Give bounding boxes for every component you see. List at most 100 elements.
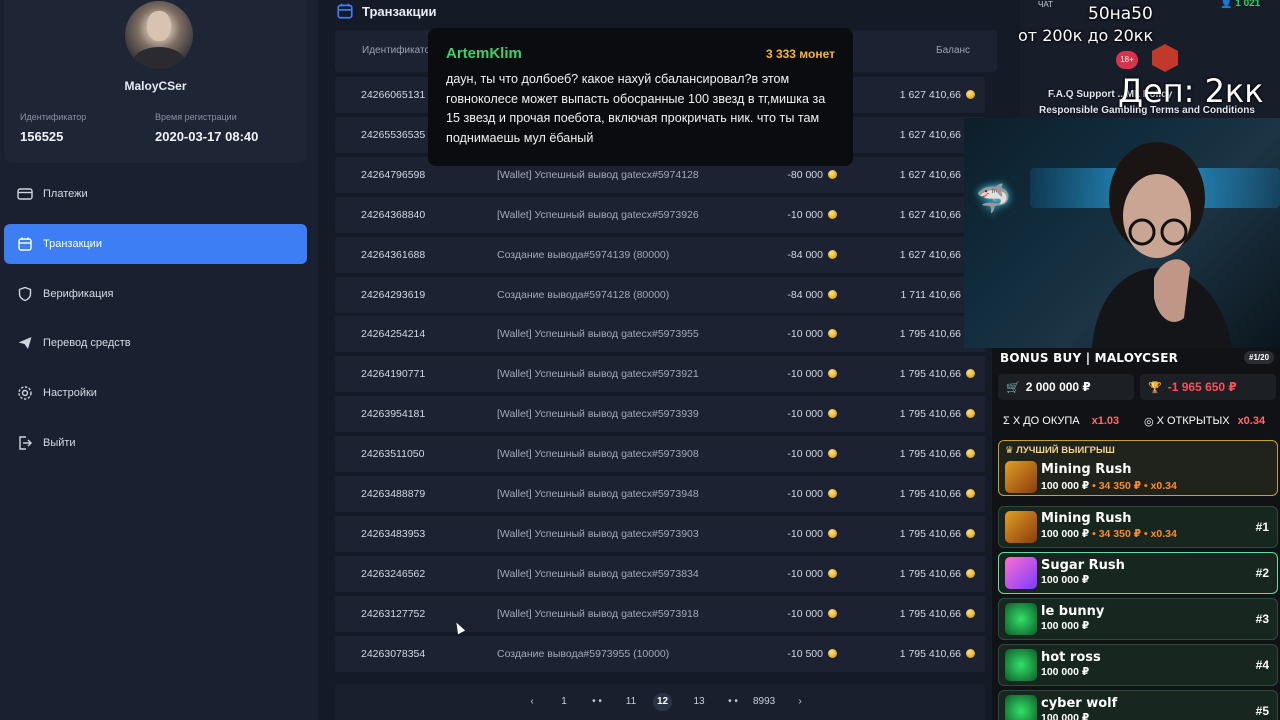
page-button[interactable]: 13 — [690, 693, 708, 711]
coin-icon — [966, 369, 975, 379]
breakeven-stat: Σ X ДО ОКУПА x1.03 — [1003, 408, 1119, 434]
coin-icon — [828, 648, 837, 658]
balance-value: 1 627 410,66 — [899, 168, 961, 181]
nav-transfer-label: Перевод средств — [43, 337, 131, 349]
nav-logout[interactable]: Выйти — [4, 423, 307, 463]
table-row: 24263078354 Создание вывода#5973955 (1000… — [335, 635, 985, 672]
coin-icon — [828, 289, 837, 299]
amount-value: -80 000 — [787, 168, 823, 181]
coin-icon — [828, 369, 837, 379]
sidebar: MaloyCSer Идентификатор 156525 Время рег… — [0, 0, 318, 720]
age-badge: 18+ — [1116, 51, 1138, 69]
chat-label[interactable]: ЧАТ — [1038, 0, 1053, 9]
slot-price: 100 000 ₽ • 34 350 ₽ • x0.34 — [1041, 528, 1177, 540]
transaction-amount: -10 000 — [755, 528, 837, 540]
nav-payments-label: Платежи — [43, 188, 88, 200]
coin-icon — [828, 528, 837, 538]
chat-message: даун, ты что долбоеб? какое нахуй сбалан… — [446, 72, 826, 145]
nav-transfer[interactable]: Перевод средств — [4, 323, 307, 363]
balance-value: 1 627 410,66 — [899, 208, 961, 221]
shield-icon — [16, 285, 34, 303]
amount-value: -10 000 — [787, 368, 823, 381]
send-icon — [16, 334, 34, 352]
best-slot-name: Mining Rush — [1041, 462, 1132, 477]
best-slot-multi: x0.34 — [1150, 480, 1177, 492]
coin-icon — [828, 489, 837, 498]
amount-value: -84 000 — [787, 288, 823, 301]
transaction-amount: -10 500 — [755, 648, 837, 660]
id-label: Идентификатор — [20, 112, 87, 122]
slot-number: #4 — [1255, 658, 1269, 672]
page-button[interactable]: 1 — [555, 693, 573, 711]
transaction-id: 24264254214 — [361, 328, 426, 341]
page-ellipsis[interactable]: • • — [724, 693, 742, 711]
nav-settings[interactable]: Настройки — [4, 373, 307, 413]
registration-value: 2020-03-17 08:40 — [155, 129, 259, 144]
page-next-button[interactable]: › — [791, 693, 809, 711]
balance-value: 1 795 410,66 — [899, 328, 961, 341]
balance-value: 1 711 410,66 — [900, 288, 961, 301]
nav-payments[interactable]: Платежи — [4, 174, 307, 214]
transaction-balance: 1 795 410,66 — [875, 528, 975, 540]
transaction-id: 24263127752 — [361, 607, 426, 620]
transaction-id: 24265536535 — [361, 128, 426, 141]
transaction-id: 24263078354 — [361, 647, 426, 660]
transaction-description: [Wallet] Успешный вывод gatecx#5973939 — [497, 408, 699, 421]
transaction-balance: 1 795 410,66 — [875, 448, 975, 460]
balance-value: 1 795 410,66 — [899, 647, 961, 660]
bonus-buy-title: BONUS BUY | MALOYCSER — [1000, 351, 1179, 365]
amount-value: -10 000 — [787, 488, 823, 500]
balance-value: 1 795 410,66 — [899, 408, 961, 421]
card-icon — [16, 185, 34, 203]
table-row: 24263127752 [Wallet] Успешный вывод gatec… — [335, 595, 985, 632]
table-row: 24264293619 Создание вывода#5974128 (8000… — [335, 276, 985, 313]
transaction-balance: 1 795 410,66 — [875, 408, 975, 420]
opened-label: X ОТКРЫТЫХ — [1156, 415, 1230, 427]
coin-icon — [828, 169, 837, 179]
amount-value: -10 000 — [787, 567, 823, 580]
slot-thumbnail — [1005, 511, 1037, 543]
page-prev-button[interactable]: ‹ — [523, 693, 541, 711]
balance-value: 1 627 410,66 — [899, 248, 961, 261]
best-slot-win: 34 350 ₽ — [1098, 480, 1142, 492]
transaction-balance: 1 627 410,66 — [875, 209, 975, 221]
transaction-amount: -80 000 — [755, 169, 837, 181]
page-button[interactable]: 11 — [622, 693, 640, 711]
slot-bet: 100 000 ₽ — [1041, 666, 1090, 678]
nav-transactions[interactable]: Транзакции — [4, 224, 307, 264]
slot-number: #3 — [1255, 612, 1269, 626]
page-button[interactable]: 8993 — [753, 693, 775, 711]
transaction-description: [Wallet] Успешный вывод gatecx#5973955 — [497, 328, 699, 341]
gear-icon — [16, 384, 34, 402]
avatar[interactable] — [125, 1, 193, 69]
bonus-profit: -1 965 650 ₽ — [1167, 380, 1237, 394]
coin-icon — [828, 568, 837, 578]
page-ellipsis[interactable]: • • — [588, 693, 606, 711]
table-row: 24264254214 [Wallet] Успешный вывод gatec… — [335, 316, 985, 353]
transaction-amount: -84 000 — [755, 249, 837, 261]
slot-name: le bunny — [1041, 604, 1105, 619]
chat-coins: 3 333 монет — [765, 47, 835, 61]
calendar-icon — [337, 3, 353, 19]
sigma-icon: Σ — [1003, 415, 1010, 427]
nav-verification[interactable]: Верификация — [4, 274, 307, 314]
transaction-id: 24264293619 — [361, 288, 426, 301]
coin-icon — [966, 568, 975, 578]
transaction-id: 24264190771 — [361, 368, 426, 381]
overlay-text-range: от 200к до 20кк — [1018, 26, 1154, 45]
balance-value: 1 795 410,66 — [899, 607, 961, 620]
slot-card-3: le bunny 100 000 ₽ #3 — [998, 598, 1278, 640]
bonus-cost: 2 000 000 ₽ — [1025, 380, 1091, 394]
transaction-balance: 1 627 410,66 — [875, 129, 975, 141]
transaction-id: 24263511050 — [361, 448, 425, 461]
transaction-balance: 1 795 410,66 — [875, 648, 975, 660]
page-button-active[interactable]: 12 — [653, 693, 673, 711]
coin-icon — [966, 528, 975, 538]
slot-number: #5 — [1255, 704, 1269, 718]
transaction-amount: -10 000 — [755, 568, 837, 580]
transaction-id: 24264361688 — [361, 248, 426, 261]
slot-card-1: Mining Rush 100 000 ₽ • 34 350 ₽ • x0.34… — [998, 506, 1278, 548]
transaction-id: 24264796598 — [361, 168, 426, 181]
slot-thumbnail — [1005, 695, 1037, 720]
transaction-balance: 1 795 410,66 — [875, 568, 975, 580]
